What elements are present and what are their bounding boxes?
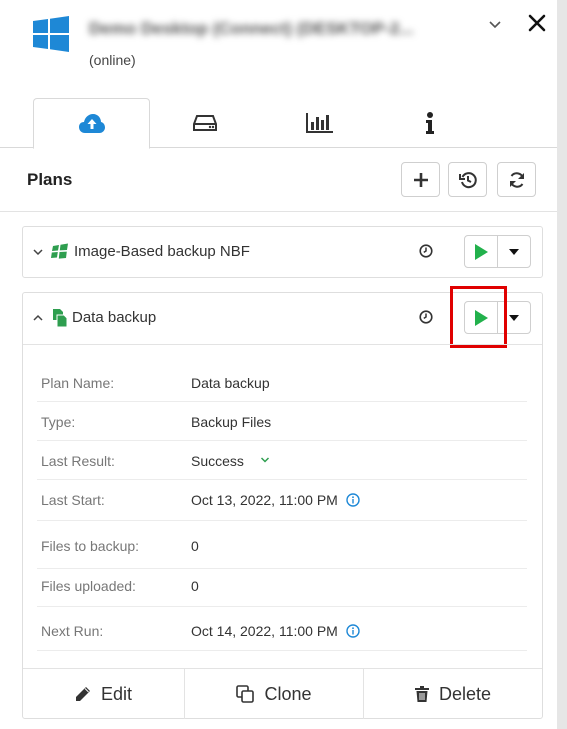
detail-value: Backup Files: [191, 414, 272, 430]
detail-label: Last Result:: [41, 453, 115, 469]
computer-name: Demo Desktop (Connect) (DESKTOP-2...: [89, 19, 414, 38]
detail-label: Files uploaded:: [41, 578, 136, 594]
plan-actions: Edit Clone Delete: [23, 668, 542, 719]
clock-icon: [419, 310, 433, 324]
clone-label: Clone: [264, 683, 312, 704]
info-icon: [426, 112, 434, 134]
detail-label: Last Start:: [41, 492, 105, 508]
detail-value-result: Success: [191, 453, 270, 469]
agent-panel: Demo Desktop (Connect) (DESKTOP-2... (on…: [0, 0, 557, 729]
tab-plans[interactable]: [33, 98, 150, 149]
plans-toolbar: Plans: [0, 148, 557, 212]
clock-icon: [419, 244, 433, 258]
detail-row: Type: Backup Files: [37, 402, 527, 441]
detail-row: Files to backup: 0: [37, 521, 527, 569]
computer-header: Demo Desktop (Connect) (DESKTOP-2... (on…: [0, 0, 557, 98]
plan-name[interactable]: Data backup: [72, 309, 156, 326]
pencil-icon: [75, 687, 90, 701]
delete-label: Delete: [438, 683, 492, 704]
chevron-down-icon[interactable]: [32, 246, 44, 258]
tab-reports[interactable]: [265, 98, 375, 148]
computer-status: (online): [89, 52, 136, 68]
detail-label: Next Run:: [41, 623, 104, 639]
windows-logo-icon: [33, 16, 69, 52]
plan-card: Data backup Plan Name: Data backup Type:…: [22, 286, 543, 719]
cloud-upload-icon: [78, 113, 105, 133]
plan-options-dropdown[interactable]: [497, 235, 531, 268]
run-plan-button[interactable]: [464, 235, 498, 268]
detail-value: 0: [191, 578, 199, 594]
plan-header[interactable]: Image-Based backup NBF: [23, 227, 542, 277]
plans-title: Plans: [27, 170, 73, 189]
last-start-text: Oct 13, 2022, 11:00 PM: [191, 492, 338, 508]
last-result-text: Success: [191, 453, 244, 469]
file-backup-icon: [53, 309, 68, 327]
windows-image-icon: [51, 243, 68, 259]
detail-value-next-run: Oct 14, 2022, 11:00 PM: [191, 623, 360, 639]
caret-down-icon: [509, 314, 519, 321]
plan-details: Plan Name: Data backup Type: Backup File…: [23, 344, 542, 651]
caret-down-icon: [509, 248, 519, 255]
info-circle-icon[interactable]: [346, 493, 360, 507]
delete-button[interactable]: Delete: [363, 669, 542, 719]
chevron-down-icon[interactable]: [260, 455, 270, 465]
detail-value: 0: [191, 538, 199, 554]
history-icon: [458, 171, 477, 188]
detail-row: Files uploaded: 0: [37, 569, 527, 607]
refresh-button[interactable]: [497, 162, 536, 197]
plan-card: Image-Based backup NBF: [22, 226, 543, 278]
play-icon: [475, 309, 488, 326]
tab-info[interactable]: [375, 98, 485, 148]
plus-icon: [413, 172, 428, 187]
detail-row: Plan Name: Data backup: [37, 363, 527, 402]
detail-value-last-start: Oct 13, 2022, 11:00 PM: [191, 492, 360, 508]
clone-button[interactable]: Clone: [184, 669, 363, 719]
tab-bar: [0, 98, 557, 149]
info-circle-icon[interactable]: [346, 624, 360, 638]
plan-options-dropdown[interactable]: [497, 301, 531, 334]
chevron-up-icon[interactable]: [32, 312, 44, 324]
detail-label: Type:: [41, 414, 76, 430]
background-scrollbar: [557, 0, 567, 729]
chevron-down-icon[interactable]: [486, 16, 504, 34]
detail-label: Plan Name:: [41, 375, 115, 391]
hard-drive-icon: [193, 115, 217, 131]
edit-label: Edit: [100, 683, 133, 704]
plan-name[interactable]: Image-Based backup NBF: [74, 243, 250, 260]
history-button[interactable]: [448, 162, 487, 197]
detail-value: Data backup: [191, 375, 270, 391]
detail-row: Last Result: Success: [37, 441, 527, 480]
tab-storage[interactable]: [150, 98, 260, 148]
detail-label: Files to backup:: [41, 538, 140, 554]
next-run-text: Oct 14, 2022, 11:00 PM: [191, 623, 338, 639]
add-plan-button[interactable]: [401, 162, 440, 197]
play-icon: [475, 243, 488, 260]
trash-icon: [414, 686, 429, 702]
close-icon[interactable]: [526, 12, 548, 34]
refresh-icon: [509, 171, 524, 188]
detail-row: Last Start: Oct 13, 2022, 11:00 PM: [37, 480, 527, 521]
run-plan-button[interactable]: [464, 301, 498, 334]
plan-header[interactable]: Data backup: [23, 286, 542, 348]
detail-row: Next Run: Oct 14, 2022, 11:00 PM: [37, 607, 527, 651]
clone-icon: [236, 685, 255, 703]
bar-chart-icon: [306, 113, 333, 133]
edit-button[interactable]: Edit: [23, 669, 184, 719]
